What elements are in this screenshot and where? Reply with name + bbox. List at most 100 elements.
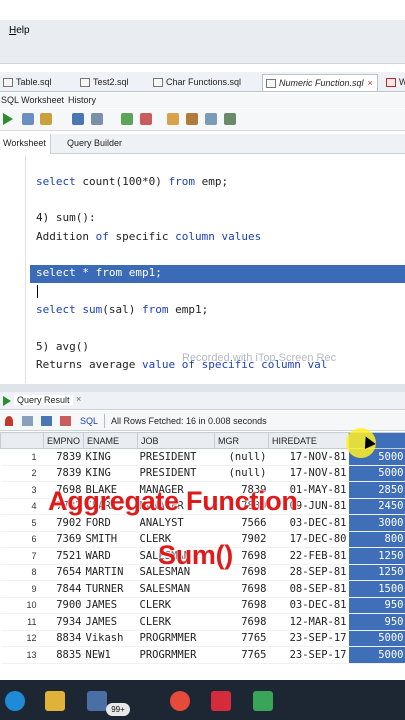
format-icon[interactable]: [205, 113, 217, 125]
sal-cell[interactable]: 800: [348, 531, 405, 548]
empno-cell[interactable]: 7369: [43, 531, 84, 548]
hiredate-cell[interactable]: 23-SEP-17: [268, 630, 349, 647]
empno-cell[interactable]: 8835: [43, 646, 84, 664]
job-cell[interactable]: CLERK: [137, 597, 215, 614]
file-tab-numeric-function[interactable]: Numeric Function.sql ×: [262, 74, 378, 91]
edge-icon[interactable]: [5, 691, 25, 711]
close-result-icon[interactable]: ×: [76, 394, 81, 404]
menu-help[interactable]: Help: [9, 25, 30, 36]
row-number-cell[interactable]: 1: [0, 448, 44, 466]
sal-cell[interactable]: 1250: [348, 547, 405, 565]
ename-cell[interactable]: SMITH: [83, 531, 138, 548]
pin-icon[interactable]: [5, 416, 13, 426]
job-cell[interactable]: PRESIDENT: [137, 448, 215, 466]
hiredate-cell[interactable]: 17-NOV-81: [268, 465, 349, 482]
ename-cell[interactable]: Vikash: [83, 630, 138, 647]
sql-tuning-icon[interactable]: [167, 113, 179, 125]
sal-cell[interactable]: 1250: [348, 564, 405, 581]
job-cell[interactable]: PROGRMMER: [137, 630, 215, 647]
close-tab-icon[interactable]: ×: [368, 78, 373, 88]
table-row[interactable]: 12 8834 Vikash PROGRMMER 7765 23-SEP-17 5000: [0, 630, 405, 647]
delete-icon[interactable]: [60, 416, 71, 426]
sal-cell[interactable]: 2850: [348, 481, 405, 499]
clear-icon[interactable]: [140, 113, 152, 125]
table-row[interactable]: 11 7934 JAMES CLERK 7698 12-MAR-81 950: [0, 613, 405, 631]
empno-cell[interactable]: 7934: [43, 613, 84, 631]
file-tab-table-sql[interactable]: Table.sql: [0, 74, 56, 91]
row-number-cell[interactable]: 4: [0, 498, 44, 515]
ename-cell[interactable]: KING: [83, 465, 138, 482]
ename-cell[interactable]: TURNER: [83, 580, 138, 598]
mgr-cell[interactable]: 7698: [214, 613, 269, 631]
commit-icon[interactable]: [40, 113, 52, 125]
table-row[interactable]: 10 7900 JAMES CLERK 7698 03-DEC-81 950: [0, 597, 405, 614]
empno-cell[interactable]: 7839: [43, 465, 84, 482]
mgr-cell[interactable]: (null): [214, 465, 269, 482]
column-header-empno[interactable]: EMPNO: [43, 432, 84, 449]
row-number-cell[interactable]: 2: [0, 465, 44, 482]
hiredate-cell[interactable]: 08-SEP-81: [268, 580, 349, 598]
hiredate-cell[interactable]: 03-DEC-81: [268, 597, 349, 614]
file-tab-test2-sql[interactable]: Test2.sql: [77, 74, 133, 91]
hiredate-cell[interactable]: 23-SEP-17: [268, 646, 349, 664]
run-script-icon[interactable]: [22, 113, 34, 125]
rollback-icon[interactable]: [72, 113, 84, 125]
row-number-cell[interactable]: 9: [0, 580, 44, 598]
column-header-ename[interactable]: ENAME: [83, 432, 138, 449]
row-number-cell[interactable]: 3: [0, 481, 44, 499]
sql-developer-icon[interactable]: [253, 691, 273, 711]
sql-link[interactable]: SQL: [80, 416, 98, 426]
pencil-icon[interactable]: [186, 113, 198, 125]
row-number-cell[interactable]: 5: [0, 514, 44, 532]
column-header-mgr[interactable]: MGR: [214, 432, 269, 449]
empno-cell[interactable]: 7654: [43, 564, 84, 581]
file-explorer-icon[interactable]: [45, 691, 65, 711]
tab-worksheet[interactable]: Worksheet: [0, 134, 51, 154]
sal-cell[interactable]: 3000: [348, 514, 405, 532]
ename-cell[interactable]: NEW1: [83, 646, 138, 664]
ename-cell[interactable]: JAMES: [83, 597, 138, 614]
sal-cell[interactable]: 950: [348, 613, 405, 631]
job-cell[interactable]: SALESMAN: [137, 580, 215, 598]
hiredate-cell[interactable]: 17-DEC-80: [268, 531, 349, 548]
chrome-icon[interactable]: [170, 691, 190, 711]
hiredate-cell[interactable]: 22-FEB-81: [268, 547, 349, 565]
empno-cell[interactable]: 7521: [43, 547, 84, 565]
row-number-cell[interactable]: 11: [0, 613, 44, 631]
sal-cell[interactable]: 2450: [348, 498, 405, 515]
mgr-cell[interactable]: 7765: [214, 630, 269, 647]
mgr-cell[interactable]: (null): [214, 448, 269, 466]
sal-cell[interactable]: 5000: [348, 630, 405, 647]
tab-query-result[interactable]: Query Result: [14, 395, 73, 405]
ename-cell[interactable]: JAMES: [83, 613, 138, 631]
hiredate-cell[interactable]: 17-NOV-81: [268, 448, 349, 466]
file-tab-overflow[interactable]: W: [383, 74, 405, 91]
table-row[interactable]: 1 7839 KING PRESIDENT (null) 17-NOV-81 5000: [0, 448, 405, 466]
tab-history[interactable]: History: [68, 95, 96, 105]
mgr-cell[interactable]: 7698: [214, 580, 269, 598]
table-row[interactable]: 9 7844 TURNER SALESMAN 7698 08-SEP-81 1500: [0, 580, 405, 598]
job-cell[interactable]: PRESIDENT: [137, 465, 215, 482]
row-number-cell[interactable]: 7: [0, 547, 44, 565]
empno-cell[interactable]: 7839: [43, 448, 84, 466]
row-number-cell[interactable]: 13: [0, 646, 44, 664]
tab-sql-worksheet[interactable]: SQL Worksheet: [1, 95, 64, 105]
pane-splitter[interactable]: [0, 384, 405, 392]
ename-cell[interactable]: KING: [83, 448, 138, 466]
hiredate-cell[interactable]: 28-SEP-81: [268, 564, 349, 581]
row-number-cell[interactable]: 8: [0, 564, 44, 581]
empno-cell[interactable]: 8834: [43, 630, 84, 647]
column-header-hiredate[interactable]: HIREDATE: [268, 432, 349, 449]
row-number-cell[interactable]: 6: [0, 531, 44, 548]
empno-cell[interactable]: 7900: [43, 597, 84, 614]
empno-cell[interactable]: 7844: [43, 580, 84, 598]
row-number-cell[interactable]: 12: [0, 630, 44, 647]
sal-cell[interactable]: 5000: [348, 646, 405, 664]
store-icon[interactable]: [87, 691, 107, 711]
file-tab-char-functions[interactable]: Char Functions.sql: [150, 74, 245, 91]
tab-query-builder[interactable]: Query Builder: [67, 138, 122, 148]
job-cell[interactable]: CLERK: [137, 613, 215, 631]
sql-editor[interactable]: select count(100*0) from emp; 4) sum(): …: [0, 155, 405, 383]
autotrace-icon[interactable]: [121, 113, 133, 125]
mgr-cell[interactable]: 7698: [214, 597, 269, 614]
